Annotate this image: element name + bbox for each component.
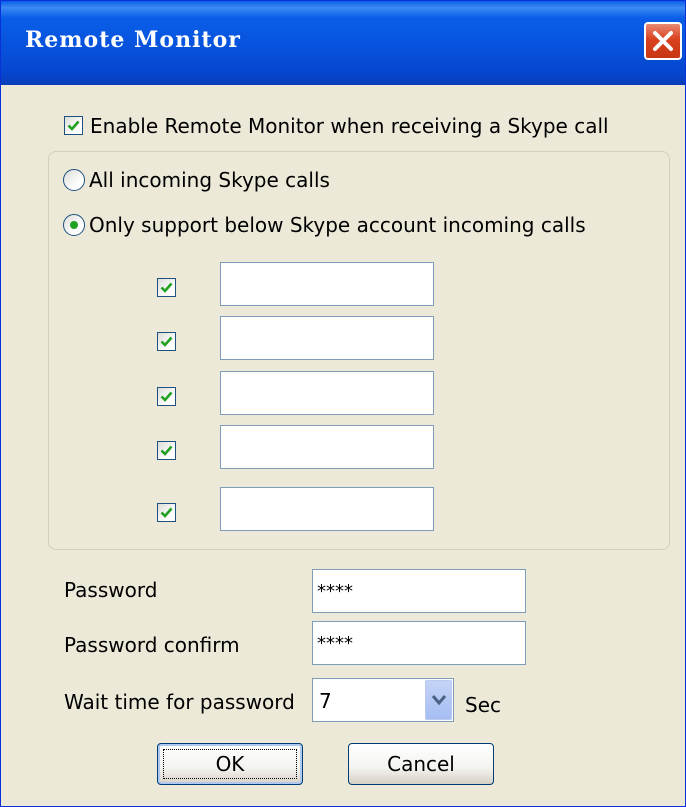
account-3-input[interactable] [220,371,434,415]
wait-time-unit: Sec [465,693,501,717]
account-3-checkbox[interactable] [157,387,176,406]
cancel-button[interactable]: Cancel [348,743,494,785]
checkmark-icon [160,445,173,456]
password-input[interactable] [312,569,526,613]
radio-selected-dot [70,221,78,229]
checkmark-icon [160,336,173,347]
account-5-input[interactable] [220,487,434,531]
account-1-input[interactable] [220,262,434,306]
all-incoming-calls-radio[interactable] [63,169,85,191]
account-4-checkbox[interactable] [157,441,176,460]
password-label: Password [64,578,158,602]
wait-time-value: 7 [319,689,332,713]
window-title: Remote Monitor [25,27,241,53]
password-confirm-input[interactable] [312,621,526,665]
enable-remote-monitor-label: Enable Remote Monitor when receiving a S… [90,114,609,138]
account-4-input[interactable] [220,425,434,469]
checkmark-icon [160,282,173,293]
checkmark-icon [67,120,80,131]
account-2-input[interactable] [220,316,434,360]
focus-rect [163,749,297,779]
cancel-button-label: Cancel [387,752,455,776]
chevron-down-icon [431,695,447,706]
ok-button[interactable]: OK [157,743,303,785]
checkmark-icon [160,391,173,402]
all-incoming-calls-label: All incoming Skype calls [89,168,330,192]
checkmark-icon [160,507,173,518]
account-1-checkbox[interactable] [157,278,176,297]
account-5-checkbox[interactable] [157,503,176,522]
password-confirm-label: Password confirm [64,633,240,657]
only-accounts-label: Only support below Skype account incomin… [89,213,586,237]
only-accounts-radio[interactable] [63,214,85,236]
account-2-checkbox[interactable] [157,332,176,351]
wait-time-label: Wait time for password [64,690,295,714]
title-bar[interactable]: Remote Monitor [1,1,685,85]
enable-remote-monitor-checkbox[interactable] [64,116,83,135]
wait-time-select[interactable]: 7 [312,678,454,722]
wait-time-dropdown-button[interactable] [425,680,452,720]
close-icon [653,31,673,51]
close-button[interactable] [644,22,682,60]
remote-monitor-dialog: Remote Monitor Enable Remote Monitor whe… [0,0,686,807]
